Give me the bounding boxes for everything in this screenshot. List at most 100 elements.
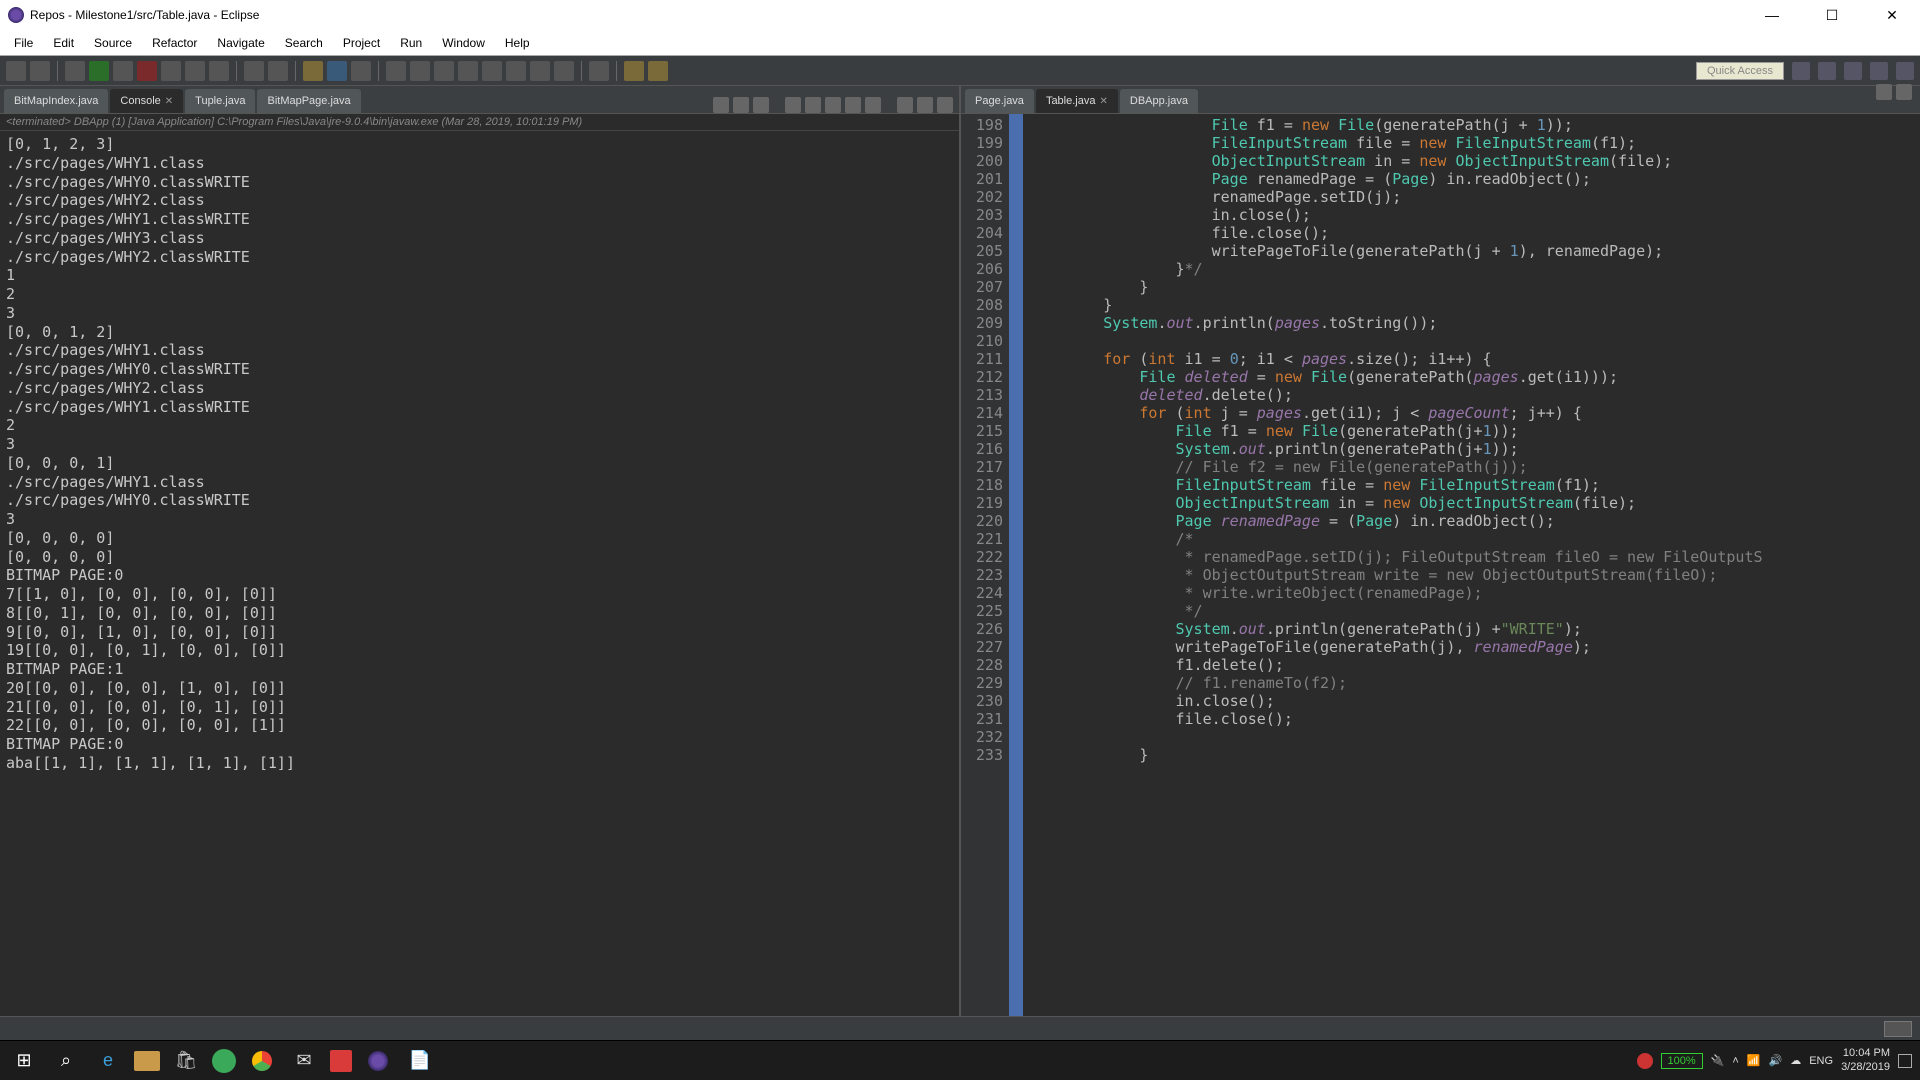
- perspective-debug[interactable]: [1818, 62, 1836, 80]
- minimize-editor-icon[interactable]: [1876, 84, 1892, 100]
- notepad-icon[interactable]: 📄: [404, 1047, 436, 1075]
- menu-navigate[interactable]: Navigate: [207, 36, 274, 50]
- menu-file[interactable]: File: [4, 36, 43, 50]
- misc-button-1[interactable]: [458, 61, 478, 81]
- tab-label: DBApp.java: [1130, 95, 1188, 107]
- menu-search[interactable]: Search: [275, 36, 333, 50]
- fold-bar[interactable]: [1011, 114, 1023, 1016]
- pin-button[interactable]: [589, 61, 609, 81]
- run-button[interactable]: [89, 61, 109, 81]
- pin-console-icon[interactable]: [845, 97, 861, 113]
- tab-dbapp-java[interactable]: DBApp.java: [1120, 89, 1198, 113]
- close-icon[interactable]: ✕: [1099, 96, 1107, 107]
- minimize-button[interactable]: —: [1752, 0, 1792, 30]
- eclipse-taskbar-icon[interactable]: [362, 1047, 394, 1075]
- chrome-icon[interactable]: [246, 1047, 278, 1075]
- mail-icon[interactable]: ✉: [288, 1047, 320, 1075]
- power-icon[interactable]: 🔌: [1711, 1054, 1725, 1067]
- code-line: File f1 = new File(generatePath(j+1));: [1031, 422, 1912, 440]
- external-tools-button[interactable]: [268, 61, 288, 81]
- close-icon[interactable]: ✕: [165, 96, 173, 107]
- battery-indicator[interactable]: 100%: [1661, 1053, 1703, 1069]
- perspective-java[interactable]: [1792, 62, 1810, 80]
- volume-icon[interactable]: 🔊: [1769, 1054, 1783, 1067]
- menu-source[interactable]: Source: [84, 36, 142, 50]
- coverage-button[interactable]: [244, 61, 264, 81]
- search-taskbar-icon[interactable]: ⌕: [50, 1047, 82, 1075]
- code-line: writePageToFile(generatePath(j), renamed…: [1031, 638, 1912, 656]
- tab-bitmappage-java[interactable]: BitMapPage.java: [257, 89, 360, 113]
- perspective-other-3[interactable]: [1896, 62, 1914, 80]
- menubar: FileEditSourceRefactorNavigateSearchProj…: [0, 30, 1920, 56]
- start-button[interactable]: ⊞: [8, 1047, 40, 1075]
- menu-refactor[interactable]: Refactor: [142, 36, 207, 50]
- step-button[interactable]: [161, 61, 181, 81]
- menu-edit[interactable]: Edit: [43, 36, 84, 50]
- back-button[interactable]: [624, 61, 644, 81]
- console-output[interactable]: [0, 1, 2, 3] ./src/pages/WHY1.class ./sr…: [0, 131, 959, 1016]
- explorer-icon[interactable]: [134, 1051, 160, 1071]
- quick-access[interactable]: Quick Access: [1696, 62, 1784, 80]
- tab-tuple-java[interactable]: Tuple.java: [185, 89, 255, 113]
- misc-button-5[interactable]: [554, 61, 574, 81]
- word-wrap-icon[interactable]: [825, 97, 841, 113]
- minimize-view-icon[interactable]: [917, 97, 933, 113]
- search-button[interactable]: [386, 61, 406, 81]
- tab-label: BitMapPage.java: [267, 95, 350, 107]
- tab-console[interactable]: Console✕: [110, 89, 183, 113]
- tab-page-java[interactable]: Page.java: [965, 89, 1034, 113]
- menu-window[interactable]: Window: [432, 36, 495, 50]
- menu-run[interactable]: Run: [390, 36, 432, 50]
- stop-button[interactable]: [137, 61, 157, 81]
- display-console-icon[interactable]: [865, 97, 881, 113]
- clock[interactable]: 10:04 PM 3/28/2019: [1841, 1047, 1890, 1073]
- terminate-icon[interactable]: [713, 97, 729, 113]
- tab-table-java[interactable]: Table.java✕: [1036, 89, 1118, 113]
- window-title: Repos - Milestone1/src/Table.java - Ecli…: [30, 8, 1752, 22]
- annotation-button[interactable]: [434, 61, 454, 81]
- save-button[interactable]: [30, 61, 50, 81]
- misc-button-3[interactable]: [506, 61, 526, 81]
- code-area[interactable]: File f1 = new File(generatePath(j + 1));…: [1023, 114, 1920, 1016]
- tray-app-icon[interactable]: [1637, 1053, 1653, 1069]
- menu-help[interactable]: Help: [495, 36, 540, 50]
- pause-button[interactable]: [113, 61, 133, 81]
- remove-launch-icon[interactable]: [733, 97, 749, 113]
- new-class-button[interactable]: [327, 61, 347, 81]
- open-console-icon[interactable]: [897, 97, 913, 113]
- onedrive-icon[interactable]: ☁: [1790, 1054, 1801, 1067]
- new-package-button[interactable]: [303, 61, 323, 81]
- debug-button[interactable]: [65, 61, 85, 81]
- toggle-button[interactable]: [410, 61, 430, 81]
- notifications-icon[interactable]: [1898, 1054, 1912, 1068]
- language-indicator[interactable]: ENG: [1809, 1055, 1833, 1067]
- perspective-other-1[interactable]: [1844, 62, 1862, 80]
- tab-bitmapindex-java[interactable]: BitMapIndex.java: [4, 89, 108, 113]
- new-button[interactable]: [6, 61, 26, 81]
- misc-button-2[interactable]: [482, 61, 502, 81]
- edge-icon[interactable]: e: [92, 1047, 124, 1075]
- maximize-view-icon[interactable]: [937, 97, 953, 113]
- menu-project[interactable]: Project: [333, 36, 390, 50]
- scroll-lock-icon[interactable]: [805, 97, 821, 113]
- app-green-icon[interactable]: [212, 1049, 236, 1073]
- open-type-button[interactable]: [351, 61, 371, 81]
- step-over-button[interactable]: [209, 61, 229, 81]
- wifi-icon[interactable]: 📶: [1747, 1054, 1761, 1067]
- maximize-button[interactable]: ☐: [1812, 0, 1852, 30]
- tray-chevron-icon[interactable]: ˄: [1732, 1055, 1738, 1067]
- store-icon[interactable]: 🛍: [170, 1047, 202, 1075]
- acrobat-icon[interactable]: [330, 1050, 352, 1072]
- perspective-other-2[interactable]: [1870, 62, 1888, 80]
- close-button[interactable]: ✕: [1872, 0, 1912, 30]
- clear-console-icon[interactable]: [785, 97, 801, 113]
- remove-all-icon[interactable]: [753, 97, 769, 113]
- code-line: }: [1031, 296, 1912, 314]
- system-tray: 100% 🔌 ˄ 📶 🔊 ☁ ENG 10:04 PM 3/28/2019: [1637, 1047, 1912, 1073]
- maximize-editor-icon[interactable]: [1896, 84, 1912, 100]
- forward-button[interactable]: [648, 61, 668, 81]
- misc-button-4[interactable]: [530, 61, 550, 81]
- code-editor[interactable]: 198 199 200 201 202 203 204 205 206 207 …: [961, 114, 1920, 1016]
- step-into-button[interactable]: [185, 61, 205, 81]
- code-line: file.close();: [1031, 710, 1912, 728]
